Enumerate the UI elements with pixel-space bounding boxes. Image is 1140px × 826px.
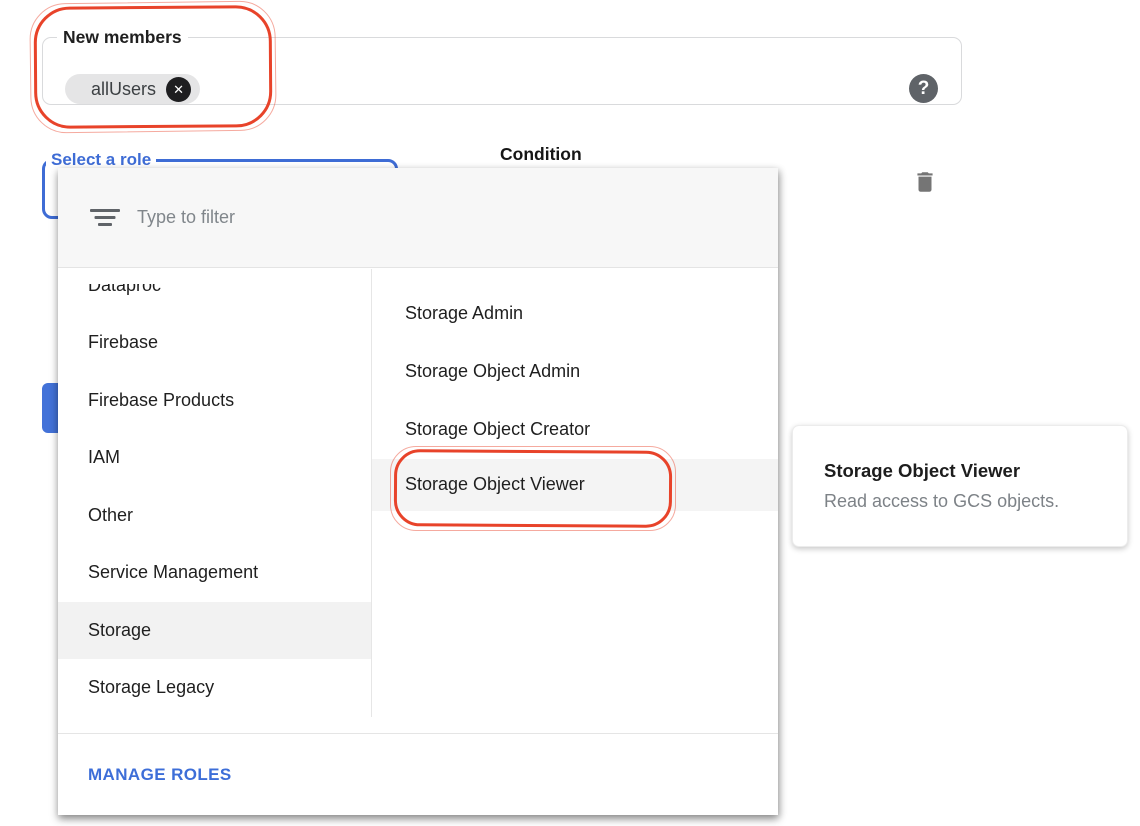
category-option[interactable]: Dataproc [58, 257, 371, 315]
role-option[interactable]: Storage Object Viewer [372, 459, 778, 511]
new-members-label: New members [57, 27, 188, 48]
category-option[interactable]: IAM [58, 429, 371, 487]
role-option[interactable]: Storage Object Creator [372, 401, 778, 459]
trash-icon [912, 168, 938, 196]
member-chip-label: allUsers [91, 79, 156, 100]
condition-label: Condition [500, 144, 582, 165]
filter-icon [90, 209, 120, 227]
select-role-label: Select a role [46, 150, 156, 170]
role-picker-body: DataprocFirebaseFirebase ProductsIAMOthe… [58, 269, 778, 733]
delete-row-button[interactable] [912, 168, 940, 196]
category-option[interactable]: Service Management [58, 544, 371, 602]
tooltip-title: Storage Object Viewer [824, 460, 1127, 482]
category-list: DataprocFirebaseFirebase ProductsIAMOthe… [58, 257, 371, 717]
category-option[interactable]: Storage [58, 602, 371, 660]
tooltip-description: Read access to GCS objects. [824, 491, 1127, 512]
category-option[interactable]: Other [58, 487, 371, 545]
manage-roles-link[interactable]: MANAGE ROLES [88, 765, 232, 785]
panel-footer: MANAGE ROLES [58, 733, 778, 815]
filter-input[interactable]: Type to filter [137, 207, 235, 228]
role-option[interactable]: Storage Admin [372, 285, 778, 343]
chip-remove-icon[interactable]: ✕ [166, 77, 191, 102]
category-option[interactable]: Firebase Products [58, 372, 371, 430]
category-option[interactable]: Firebase [58, 314, 371, 372]
role-list: Storage AdminStorage Object AdminStorage… [372, 269, 778, 511]
role-dropdown-panel: Type to filter DataprocFirebaseFirebase … [58, 168, 778, 815]
role-tooltip: Storage Object Viewer Read access to GCS… [792, 425, 1128, 547]
help-icon[interactable]: ? [909, 74, 938, 103]
role-filter-row[interactable]: Type to filter [58, 168, 778, 268]
category-option[interactable]: Storage Legacy [58, 659, 371, 717]
new-members-field[interactable]: New members allUsers ✕ ? [42, 27, 962, 105]
member-chip-allusers[interactable]: allUsers ✕ [65, 74, 200, 104]
role-option[interactable]: Storage Object Admin [372, 343, 778, 401]
